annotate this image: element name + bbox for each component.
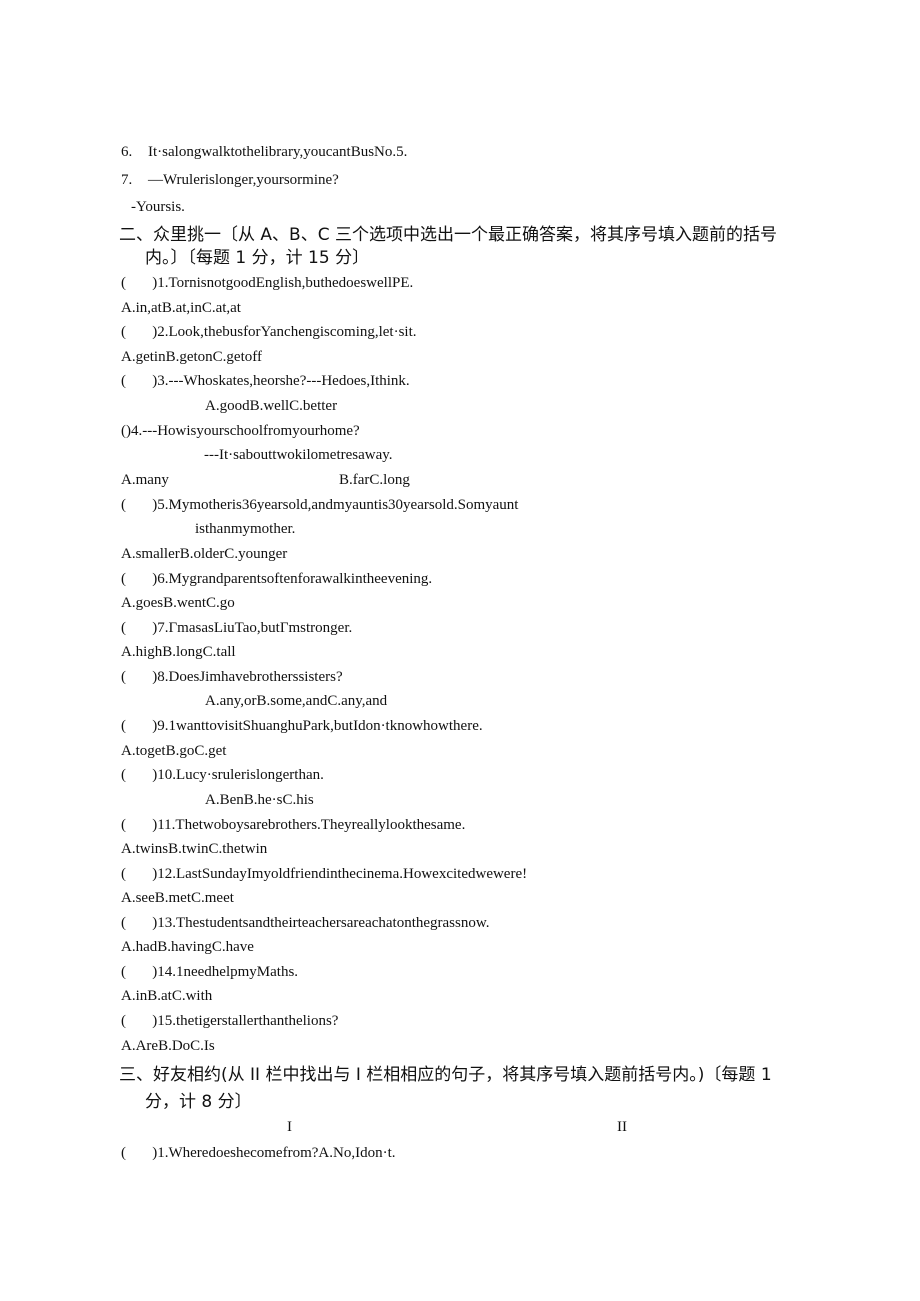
mc-options-13: A.hadB.havingC.have	[121, 939, 254, 955]
mc-question-3: ( )3.---Whoskates,heorshe?---Hedoes,Ithi…	[121, 373, 410, 389]
mc-question-6: ( )6.Mygrandparentsoftenforawalkintheeve…	[121, 571, 433, 587]
mc-question-14: ( )14.1needhelpmyMaths.	[121, 964, 299, 980]
question-number: 6.	[121, 144, 133, 160]
mc-options-10: A.BenB.he·sC.his	[205, 792, 314, 808]
column-i-label: I	[287, 1119, 292, 1135]
question-text: It·salongwalktothelibrary,youcantBusNo.5…	[148, 144, 408, 160]
mc-options-4-bc: B.farC.long	[339, 472, 410, 488]
section-2-heading-line-2: 内。〕〔每题 1 分，计 15 分〕	[145, 248, 370, 268]
mc-options-11: A.twinsB.twinC.thetwin	[121, 841, 268, 857]
mc-options-5: A.smallerB.olderC.younger	[121, 546, 288, 562]
mc-question-15: ( )15.thetigerstallerthanthelions?	[121, 1013, 339, 1029]
mc-options-3: A.goodB.wellC.better	[205, 398, 338, 414]
mc-question-5-line-2: isthanmymother.	[195, 521, 296, 537]
question-text: —Wrulerislonger,yoursormine?	[148, 172, 339, 188]
mc-options-1: A.in,atB.at,inC.at,at	[121, 300, 241, 316]
question-7: 7. —Wrulerislonger,yoursormine?	[121, 171, 339, 189]
mc-options-2: A.getinB.getonC.getoff	[121, 349, 262, 365]
section-2-heading-line-1: 二、众里挑一〔从 A、B、C 三个选项中选出一个最正确答案，将其序号填入题前的括…	[119, 225, 777, 245]
section-3-heading-line-2: 分，计 8 分〕	[145, 1092, 252, 1112]
mc-question-8: ( )8.DoesJimhavebrotherssisters?	[121, 669, 343, 685]
mc-question-2: ( )2.Look,thebusforYanchengiscoming,let·…	[121, 324, 417, 340]
mc-options-9: A.togetB.goC.get	[121, 743, 227, 759]
question-number: 7.	[121, 172, 133, 188]
column-ii-label: II	[617, 1119, 627, 1135]
mc-question-10: ( )10.Lucy·srulerislongerthan.	[121, 767, 324, 783]
mc-options-6: A.goesB.wentC.go	[121, 595, 235, 611]
mc-question-13: ( )13.Thestudentsandtheirteachersareacha…	[121, 915, 490, 931]
mc-options-7: A.highB.longC.tall	[121, 644, 236, 660]
mc-question-5: ( )5.Mymotheris36yearsold,andmyauntis30y…	[121, 497, 519, 513]
mc-options-12: A.seeB.metC.meet	[121, 890, 234, 906]
question-7-answer: -Yoursis.	[131, 199, 185, 215]
mc-question-9: ( )9.1wanttovisitShuanghuPark,butIdon·tk…	[121, 718, 483, 734]
mc-options-15: A.AreB.DoC.Is	[121, 1038, 215, 1054]
mc-question-11: ( )11.Thetwoboysarebrothers.Theyreallylo…	[121, 817, 466, 833]
match-row-1: ( )1.Wheredoeshecomefrom?A.No,Idon·t.	[121, 1145, 396, 1161]
question-6: 6. It·salongwalktothelibrary,youcantBusNo…	[121, 143, 407, 161]
mc-question-4-line-2: ---It·sabouttwokilometresaway.	[204, 447, 393, 463]
mc-question-1: ( )1.TornisnotgoodEnglish,buthedoeswellP…	[121, 275, 414, 291]
mc-options-4-a: A.many	[121, 472, 169, 488]
mc-question-4: ()4.---Howisyourschoolfromyourhome?	[121, 423, 360, 439]
mc-question-7: ( )7.ΓmasasLiuTao,butΓmstronger.	[121, 620, 353, 636]
mc-options-8: A.any,orB.some,andC.any,and	[205, 693, 388, 709]
mc-options-14: A.inB.atC.with	[121, 988, 213, 1004]
section-3-heading-line-1: 三、好友相约(从 II 栏中找出与 I 栏相相应的句子，将其序号填入题前括号内。…	[119, 1065, 772, 1085]
mc-question-12: ( )12.LastSundayImyoldfriendinthecinema.…	[121, 866, 528, 882]
